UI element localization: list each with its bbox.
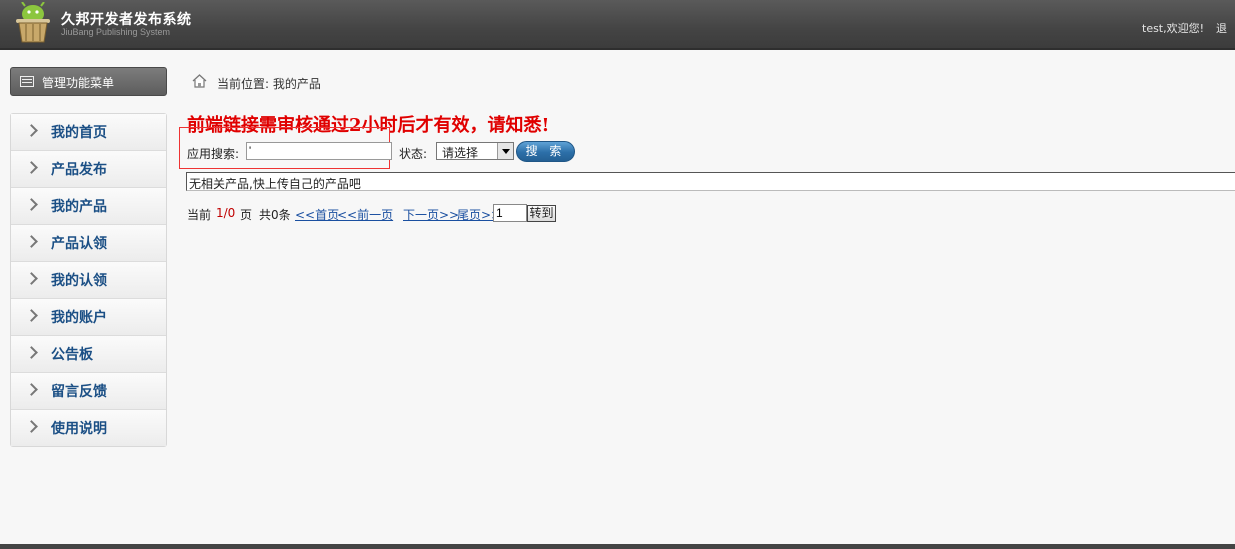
menu-title: 管理功能菜单 [42, 76, 115, 90]
chevron-right-icon [25, 124, 38, 137]
pager-first-link[interactable]: <<首页 [295, 206, 339, 223]
chevron-right-icon [25, 161, 38, 174]
sidebar-item-label: 产品认领 [51, 236, 107, 252]
breadcrumb-text: 当前位置: 我的产品 [217, 77, 321, 91]
go-button[interactable]: 转到 [527, 205, 556, 222]
chevron-down-icon[interactable] [497, 143, 513, 159]
pager-total: 共0条 [259, 208, 291, 222]
welcome-text: test,欢迎您! 退 [1142, 20, 1227, 36]
chevron-right-icon [25, 346, 38, 359]
empty-results-text: 无相关产品,快上传自己的产品吧 [189, 177, 361, 191]
sidebar-item-label: 我的认领 [51, 273, 107, 289]
search-button[interactable]: 搜 索 [516, 141, 575, 162]
chevron-right-icon [25, 272, 38, 285]
sidebar-menu: 我的首页 产品发布 我的产品 产品认领 我的认领 我的账户 公告板 留言反馈 使… [10, 113, 167, 447]
search-input[interactable] [246, 142, 392, 160]
sidebar-item-claim[interactable]: 产品认领 [11, 225, 166, 262]
logout-link[interactable]: 退 [1216, 22, 1227, 35]
sidebar-item-home[interactable]: 我的首页 [11, 114, 166, 151]
sidebar-item-label: 我的产品 [51, 199, 107, 215]
sidebar-item-help[interactable]: 使用说明 [11, 410, 166, 446]
page-number-input[interactable] [493, 204, 527, 222]
pager-prev-link[interactable]: <<前一页 [337, 206, 393, 223]
pager-page-unit: 页 [240, 208, 253, 222]
chevron-right-icon [25, 383, 38, 396]
welcome-user: test,欢迎您! [1142, 22, 1205, 35]
chevron-right-icon [25, 420, 38, 433]
sidebar-item-label: 留言反馈 [51, 384, 107, 400]
sidebar-item-account[interactable]: 我的账户 [11, 299, 166, 336]
home-icon [192, 74, 207, 88]
status-select[interactable]: 请选择 [436, 142, 514, 160]
app-subtitle: JiuBang Publishing System [61, 27, 171, 37]
status-label: 状态: [399, 147, 428, 161]
sidebar-item-label: 我的首页 [51, 125, 107, 141]
sidebar-item-label: 公告板 [51, 347, 93, 363]
pager-next-link[interactable]: 下一页>> [403, 206, 459, 223]
chevron-right-icon [25, 309, 38, 322]
sidebar-item-label: 产品发布 [51, 162, 107, 178]
pager-page-status: 1/0 [216, 206, 236, 220]
sidebar-item-label: 使用说明 [51, 421, 107, 437]
sidebar-item-my-claims[interactable]: 我的认领 [11, 262, 166, 299]
sidebar-item-publish[interactable]: 产品发布 [11, 151, 166, 188]
app-title: 久邦开发者发布系统 [61, 12, 192, 28]
android-basket-logo [16, 2, 50, 43]
search-label: 应用搜索: [187, 147, 240, 161]
menu-list-icon [20, 76, 34, 87]
menu-title-bar: 管理功能菜单 [10, 67, 167, 96]
sidebar-item-label: 我的账户 [51, 310, 107, 326]
status-selected-value: 请选择 [442, 146, 479, 160]
sidebar-item-my-products[interactable]: 我的产品 [11, 188, 166, 225]
sidebar-item-bulletin[interactable]: 公告板 [11, 336, 166, 373]
footer-bar [0, 544, 1235, 549]
chevron-right-icon [25, 235, 38, 248]
top-header: 久邦开发者发布系统 JiuBang Publishing System test… [0, 0, 1235, 50]
pager-prefix: 当前 [187, 208, 212, 222]
results-table: 无相关产品,快上传自己的产品吧 [186, 172, 1235, 191]
sidebar-item-feedback[interactable]: 留言反馈 [11, 373, 166, 410]
chevron-right-icon [25, 198, 38, 211]
